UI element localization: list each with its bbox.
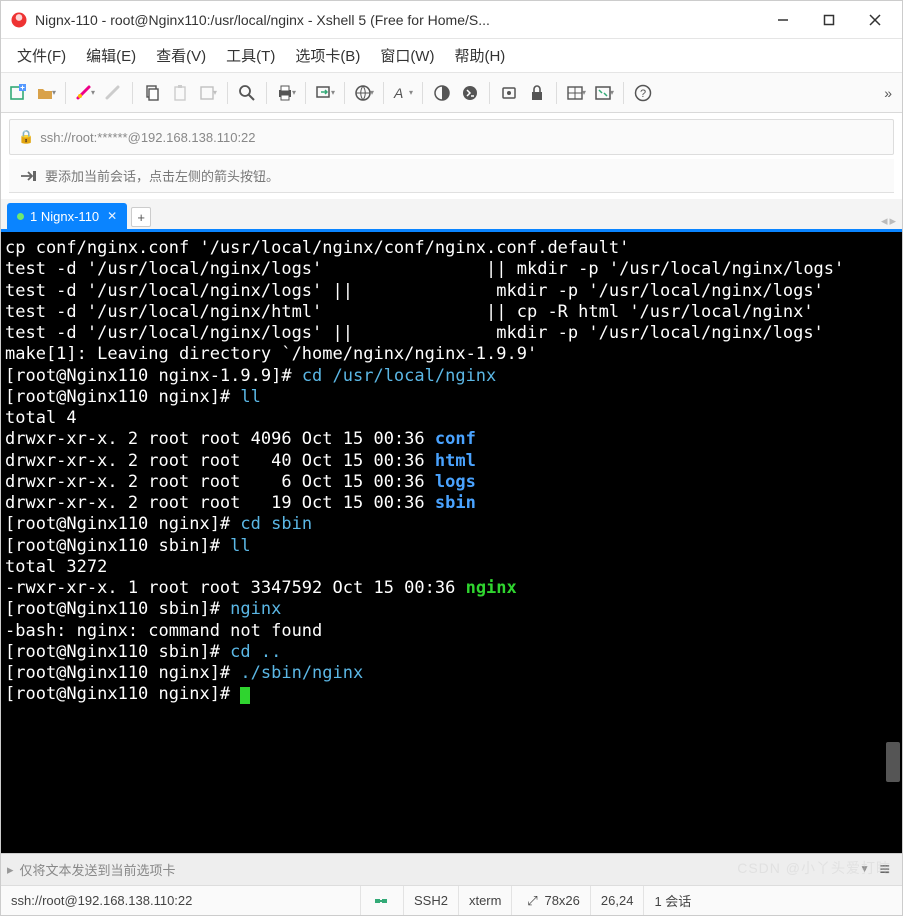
menu-file[interactable]: 文件(F) [7, 41, 76, 70]
copy-icon[interactable] [139, 80, 165, 106]
help-icon[interactable]: ? [630, 80, 656, 106]
print-icon[interactable]: ▾ [273, 80, 299, 106]
tab-status-icon [17, 213, 24, 220]
menu-bar: 文件(F) 编辑(E) 查看(V) 工具(T) 选项卡(B) 窗口(W) 帮助(… [1, 39, 902, 73]
tab-label: Nignx-110 [41, 209, 99, 224]
app-icon [9, 10, 29, 30]
toolbar-separator [65, 82, 66, 104]
hint-bar: 要添加当前会话，点击左侧的箭头按钮。 [9, 159, 894, 193]
terminal-cursor [240, 687, 250, 704]
toolbar: ▾ ▾ ▾ ▾ ▾ ▾ A▾ ▾ ▾ ? » [1, 73, 902, 113]
status-link-icon [361, 886, 404, 915]
compose-bolt-icon: ▸ [7, 862, 14, 878]
compose-bar[interactable]: ▸ 仅将文本发送到当前选项卡 ▼ ≡ [1, 853, 902, 885]
transfer-icon[interactable]: ▾ [312, 80, 338, 106]
menu-window[interactable]: 窗口(W) [370, 41, 444, 70]
tab-strip: 1 Nignx-110 ✕ + ◂ ▸ [1, 199, 902, 229]
open-session-icon[interactable]: ▾ [33, 80, 59, 106]
status-sessions: 1 会话 [644, 886, 701, 915]
toolbar-separator [422, 82, 423, 104]
add-session-arrow-icon[interactable] [19, 168, 37, 184]
svg-text:?: ? [640, 88, 646, 100]
tab-index: 1 [30, 209, 37, 224]
toolbar-separator [344, 82, 345, 104]
terminal-scrollbar[interactable] [886, 232, 900, 853]
new-tab-button[interactable]: + [131, 207, 151, 227]
menu-edit[interactable]: 编辑(E) [76, 41, 146, 70]
status-term: xterm [459, 886, 513, 915]
terminal[interactable]: cp conf/nginx.conf '/usr/local/nginx/con… [1, 232, 902, 853]
menu-help[interactable]: 帮助(H) [444, 41, 515, 70]
tab-close-icon[interactable]: ✕ [107, 209, 117, 223]
window-title: Nignx-110 - root@Nginx110:/usr/local/ngi… [35, 12, 760, 28]
minimize-button[interactable] [760, 4, 806, 36]
toolbar-separator [489, 82, 490, 104]
menu-tools[interactable]: 工具(T) [216, 41, 285, 70]
color-scheme-icon[interactable] [429, 80, 455, 106]
disconnect-icon[interactable] [100, 80, 126, 106]
script-icon[interactable] [457, 80, 483, 106]
host-key-icon[interactable] [496, 80, 522, 106]
status-ssh: ssh://root@192.168.138.110:22 [1, 886, 361, 915]
status-proto: SSH2 [404, 886, 459, 915]
toolbar-separator [305, 82, 306, 104]
tab-next-icon[interactable]: ▸ [889, 213, 896, 229]
menu-view[interactable]: 查看(V) [146, 41, 216, 70]
close-button[interactable] [852, 4, 898, 36]
toolbar-separator [227, 82, 228, 104]
status-cursor: 26,24 [591, 886, 645, 915]
session-tab[interactable]: 1 Nignx-110 ✕ [7, 203, 127, 229]
title-bar: Nignx-110 - root@Nginx110:/usr/local/ngi… [1, 1, 902, 39]
toolbar-separator [383, 82, 384, 104]
toolbar-overflow-icon[interactable]: » [878, 85, 898, 101]
tab-nav: ◂ ▸ [881, 213, 902, 229]
compose-menu-icon[interactable]: ≡ [873, 859, 896, 880]
layout-icon[interactable]: ▾ [563, 80, 589, 106]
reconnect-icon[interactable]: ▾ [72, 80, 98, 106]
status-bar: ssh://root@192.168.138.110:22 SSH2 xterm… [1, 885, 902, 915]
lock-icon[interactable] [524, 80, 550, 106]
encoding-icon[interactable]: ▾ [351, 80, 377, 106]
toolbar-separator [132, 82, 133, 104]
svg-text:A: A [393, 85, 403, 101]
compose-dropdown-icon[interactable]: ▼ [860, 864, 874, 875]
paste-icon[interactable] [167, 80, 193, 106]
toolbar-separator [623, 82, 624, 104]
address-bar[interactable]: 🔒 ssh://root:******@192.168.138.110:22 [9, 119, 894, 155]
tab-prev-icon[interactable]: ◂ [881, 213, 888, 229]
status-size: ⤢78x26 [512, 886, 590, 915]
toolbar-separator [556, 82, 557, 104]
font-icon[interactable]: A▾ [390, 80, 416, 106]
lock-small-icon: 🔒 [18, 129, 34, 145]
maximize-button[interactable] [806, 4, 852, 36]
find-icon[interactable] [234, 80, 260, 106]
fullscreen-icon[interactable]: ▾ [591, 80, 617, 106]
compose-placeholder: 仅将文本发送到当前选项卡 [20, 860, 860, 879]
new-session-icon[interactable] [5, 80, 31, 106]
hint-text: 要添加当前会话，点击左侧的箭头按钮。 [45, 166, 279, 185]
address-text: ssh://root:******@192.168.138.110:22 [40, 130, 255, 145]
toolbar-separator [266, 82, 267, 104]
properties-icon[interactable]: ▾ [195, 80, 221, 106]
menu-tabs[interactable]: 选项卡(B) [285, 41, 370, 70]
